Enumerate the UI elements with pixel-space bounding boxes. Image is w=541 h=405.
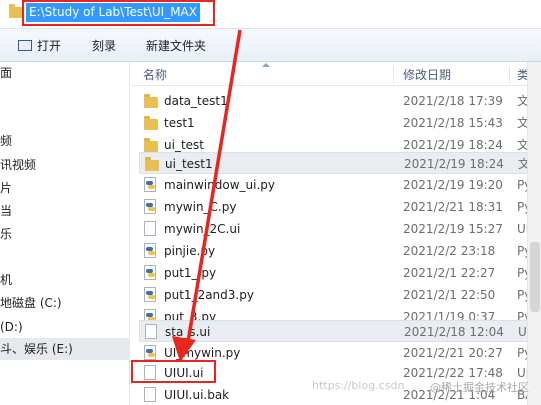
open-label: 打开 [37,39,62,53]
column-header-name[interactable]: 名称 [143,62,167,86]
file-row[interactable]: pinjie.py 2021/2/2 23:18 Pyth [139,240,541,262]
sort-ascending-icon [262,63,270,67]
file-date: 2021/2/19 19:20 [403,178,503,192]
folder-icon [144,116,158,130]
file-name: mainwindow_ui.py [164,178,275,192]
nav-item-local-disk-c[interactable]: 地磁盘 (C:) [0,292,130,314]
file-date: 2021/2/19 15:27 [403,222,503,236]
file-name: pinjie.py [164,244,216,258]
nav-item-disk-e[interactable]: 斗、娱乐 (E:) [0,338,130,360]
toolbar: 打开 刻录 新建文件夹 [0,28,541,62]
file-name: put1_2and3.py [164,288,254,302]
file-name: test1 [164,116,195,130]
file-row[interactable]: test1 2021/2/18 15:43 文件 [139,112,541,134]
column-divider[interactable] [393,66,394,84]
folder-icon [9,4,23,18]
file-date: 2021/2/21 18:31 [403,200,503,214]
burn-button[interactable]: 刻录 [92,38,116,54]
nav-item[interactable] [0,106,130,128]
file-date: 2021/2/1 22:50 [403,288,496,302]
file-name: UIUI.ui.bak [164,388,230,402]
nav-item[interactable] [0,84,130,106]
column-header-date[interactable]: 修改日期 [403,62,451,86]
file-name: mywin_2C.ui [164,222,241,236]
python-file-icon [144,243,156,258]
nav-item[interactable]: 乐 [0,223,130,245]
file-row[interactable]: mainwindow_ui.py 2021/2/19 19:20 Pyth [139,174,541,196]
folder-icon [144,138,158,152]
file-list: 名称 修改日期 类型 data_test1 2021/2/18 17:39 文件… [131,62,541,405]
scrollbar-thumb[interactable] [530,242,540,312]
nav-item[interactable] [0,246,130,268]
column-header-row: 名称 修改日期 类型 [131,62,541,86]
nav-item[interactable]: 片 [0,177,130,199]
file-date: 2021/2/18 17:39 [403,94,503,108]
document-icon [144,221,156,236]
python-file-icon [144,199,156,214]
file-date: 2021/2/18 15:43 [403,116,503,130]
folder-icon [145,157,159,171]
file-name: mywin_C.py [164,200,237,214]
document-icon [145,324,157,339]
file-row-hover[interactable]: sta_s.ui 2021/2/18 12:04 Ult [139,320,541,342]
file-red-highlight-box [131,360,216,383]
file-date: 2021/2/2 23:18 [403,244,496,258]
file-name: put1_.py [164,266,217,280]
file-row[interactable]: mywin_C.py 2021/2/21 18:31 Pyth [139,196,541,218]
file-row-selected[interactable]: ui_test1 2021/2/19 18:24 文件 [139,152,541,174]
nav-item[interactable]: 面 [0,62,130,84]
open-icon [18,40,32,51]
file-date: 2021/2/1 22:27 [403,266,496,280]
file-row[interactable]: mywin_2C.ui 2021/2/19 15:27 Ult [139,218,541,240]
folder-icon [144,94,158,108]
open-button[interactable]: 打开 [18,38,61,54]
file-name: ui_test1 [165,157,213,171]
file-row[interactable]: data_test1 2021/2/18 17:39 文件 [139,90,541,112]
nav-item[interactable]: 频 [0,130,130,152]
address-red-highlight-box [22,0,215,26]
nav-item-disk-d[interactable]: (D:) [0,316,130,338]
file-date: 2021/2/21 20:27 [403,346,503,360]
watermark-text: @稀土掘金技术社区 [430,381,529,394]
file-row[interactable]: put1_.py 2021/2/1 22:27 Pyth [139,262,541,284]
nav-item[interactable]: 当 [0,200,130,222]
python-file-icon [144,287,156,302]
file-name: sta_s.ui [165,325,211,339]
nav-item[interactable]: 讯视频 [0,154,130,176]
column-divider[interactable] [509,66,510,84]
file-date: 2021/2/19 18:24 [404,157,504,171]
watermark-text: https://blog.csdn [312,379,405,392]
navigation-pane: 面 频 讯视频 片 当 乐 机 地磁盘 (C:) (D:) 斗、娱乐 (E:) [0,62,130,405]
python-file-icon [144,265,156,280]
python-file-icon [144,345,156,360]
vertical-scrollbar[interactable] [527,62,541,405]
file-row[interactable]: put1_2and3.py 2021/2/1 22:50 Pyth [139,284,541,306]
python-file-icon [144,177,156,192]
document-icon [144,387,156,402]
file-date: 2021/2/18 12:04 [404,325,504,339]
file-name: data_test1 [164,94,228,108]
nav-item[interactable]: 机 [0,269,130,291]
new-folder-button[interactable]: 新建文件夹 [146,38,206,54]
